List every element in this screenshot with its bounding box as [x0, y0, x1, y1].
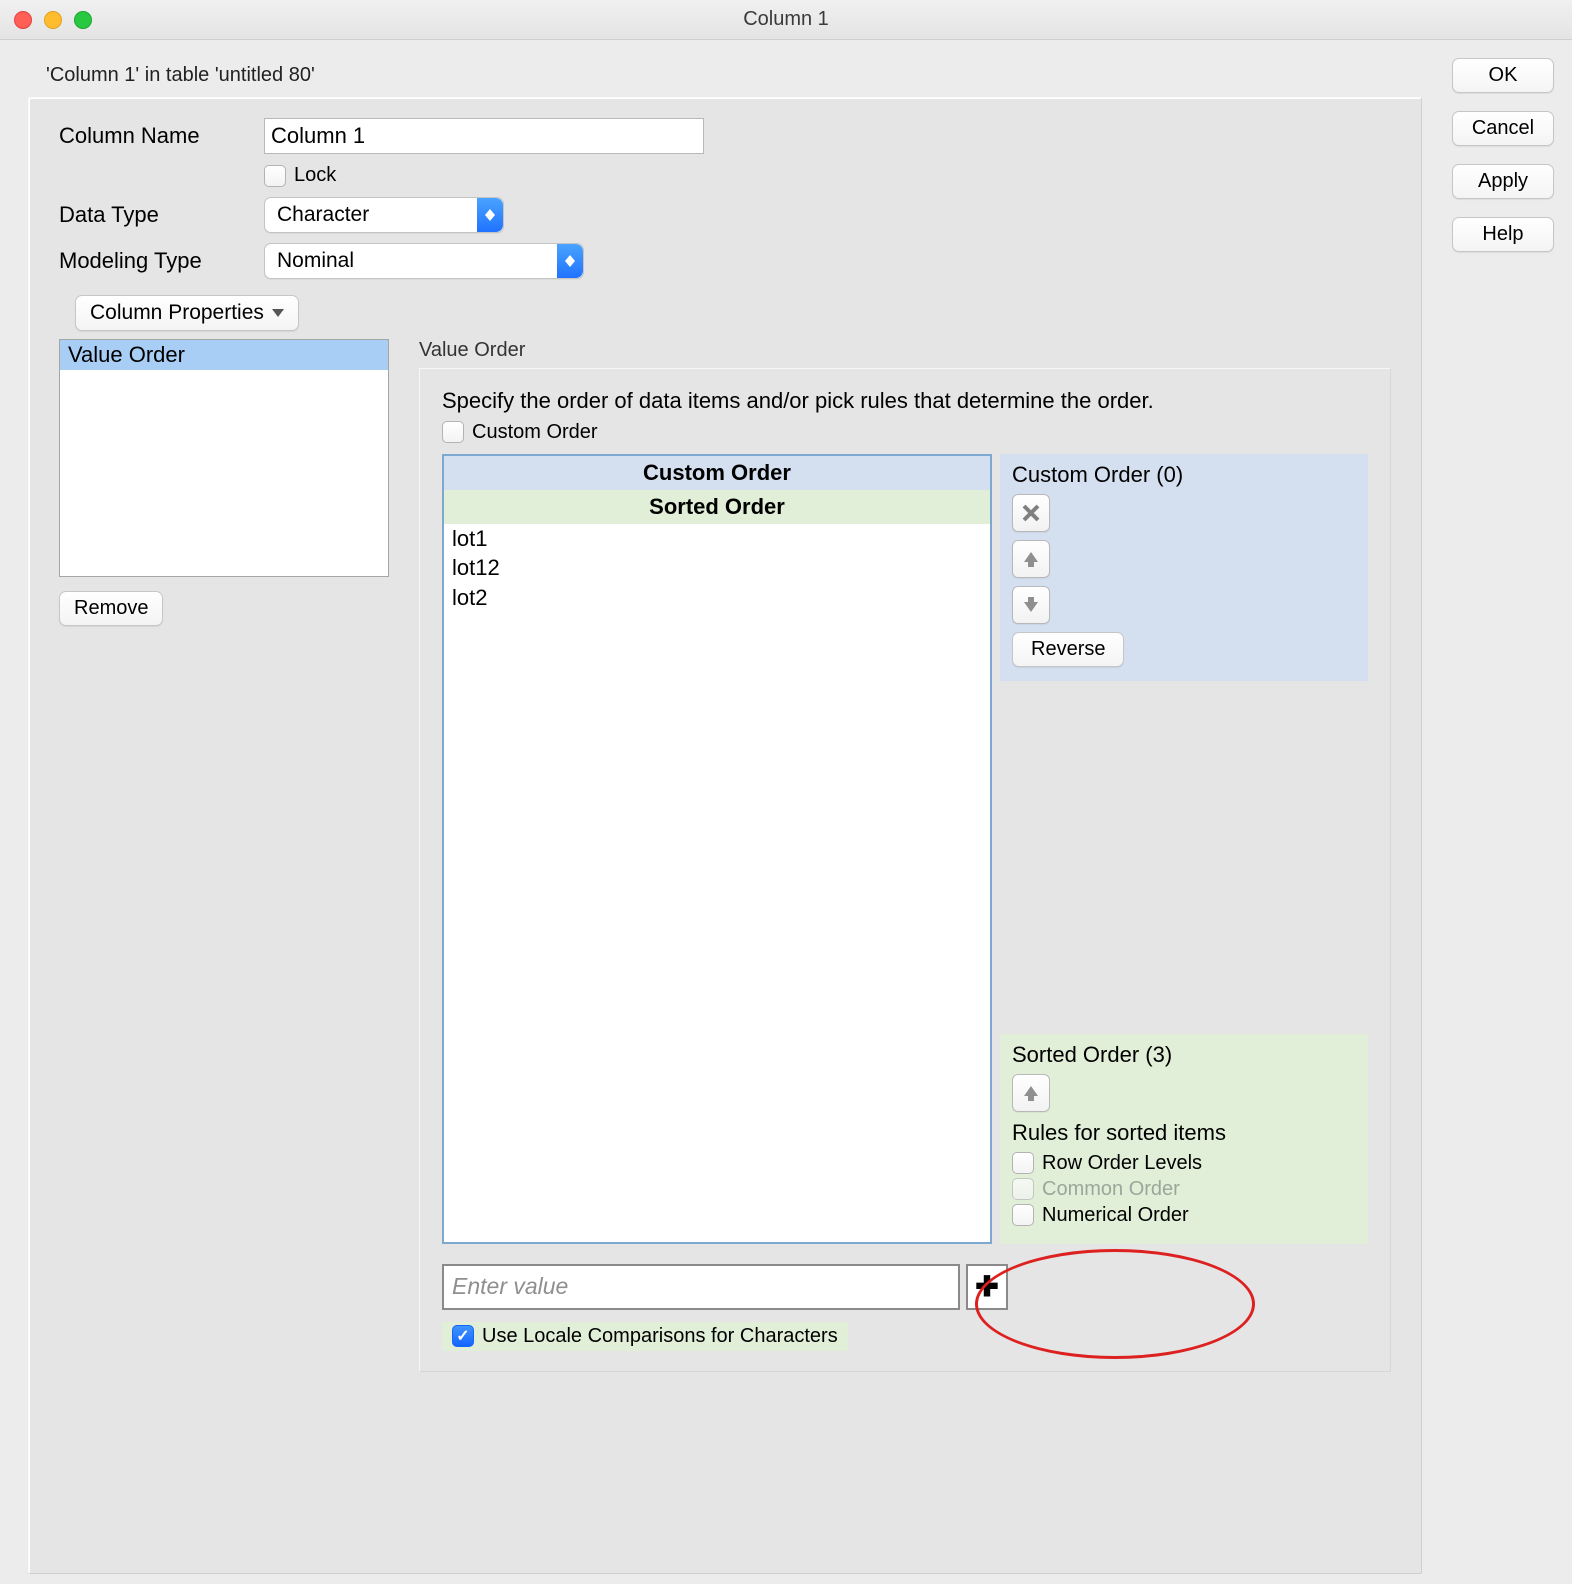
plus-icon: ✚ — [975, 1270, 998, 1303]
reverse-button[interactable]: Reverse — [1012, 632, 1124, 667]
checkbox-icon — [442, 421, 464, 443]
delete-button[interactable] — [1012, 494, 1050, 532]
list-item[interactable]: lot2 — [444, 583, 990, 613]
list-item[interactable]: lot12 — [444, 553, 990, 583]
custom-order-header: Custom Order — [444, 456, 990, 490]
custom-order-count: Custom Order (0) — [1012, 462, 1356, 488]
column-properties-label: Column Properties — [90, 301, 264, 325]
enter-value-input[interactable] — [442, 1264, 960, 1310]
data-type-value: Character — [265, 203, 477, 227]
arrow-up-icon — [1022, 550, 1040, 568]
remove-button[interactable]: Remove — [59, 591, 163, 626]
common-order-label: Common Order — [1042, 1178, 1180, 1201]
use-locale-label: Use Locale Comparisons for Characters — [482, 1325, 838, 1348]
value-order-panel: Specify the order of data items and/or p… — [419, 368, 1391, 1372]
sorted-order-controls: Sorted Order (3) Rules for sorted items — [1000, 1034, 1368, 1244]
remove-label: Remove — [74, 597, 148, 620]
apply-label: Apply — [1478, 170, 1528, 193]
arrow-down-icon — [1022, 596, 1040, 614]
order-listbox[interactable]: Custom Order Sorted Order lot1 lot12 lot… — [442, 454, 992, 1244]
add-value-button[interactable]: ✚ — [966, 1264, 1008, 1310]
column-name-input[interactable] — [264, 118, 704, 154]
window-controls — [0, 11, 92, 29]
move-up-button[interactable] — [1012, 540, 1050, 578]
use-locale-checkbox[interactable]: ✓ Use Locale Comparisons for Characters — [442, 1322, 848, 1351]
checkbox-icon — [1012, 1204, 1034, 1226]
common-order-checkbox[interactable]: Common Order — [1012, 1178, 1356, 1201]
cancel-button[interactable]: Cancel — [1452, 111, 1554, 146]
column-info-dialog: Column 1 'Column 1' in table 'untitled 8… — [0, 0, 1572, 1584]
select-stepper-icon — [477, 198, 503, 232]
lock-label: Lock — [294, 164, 336, 187]
sorted-order-header: Sorted Order — [444, 490, 990, 524]
modeling-type-label: Modeling Type — [59, 248, 264, 274]
row-order-levels-checkbox[interactable]: Row Order Levels — [1012, 1152, 1356, 1175]
sorted-order-count: Sorted Order (3) — [1012, 1042, 1356, 1068]
dialog-button-column: OK Cancel Apply Help — [1432, 40, 1572, 1584]
lock-checkbox[interactable]: Lock — [264, 164, 336, 187]
custom-order-label: Custom Order — [472, 421, 598, 444]
help-label: Help — [1482, 223, 1523, 246]
column-properties-button[interactable]: Column Properties — [75, 295, 299, 331]
cancel-label: Cancel — [1472, 117, 1534, 140]
value-order-section-label: Value Order — [419, 339, 1391, 362]
breadcrumb: 'Column 1' in table 'untitled 80' — [28, 58, 1422, 97]
checkbox-icon — [264, 165, 286, 187]
ok-label: OK — [1489, 64, 1518, 87]
value-order-intro: Specify the order of data items and/or p… — [442, 387, 1162, 415]
custom-order-checkbox[interactable]: Custom Order — [442, 421, 1368, 444]
help-button[interactable]: Help — [1452, 217, 1554, 252]
arrow-up-icon — [1022, 1084, 1040, 1102]
checkbox-checked-icon: ✓ — [452, 1325, 474, 1347]
modeling-type-value: Nominal — [265, 249, 557, 273]
modeling-type-select[interactable]: Nominal — [264, 243, 584, 279]
x-icon — [1022, 504, 1040, 522]
numerical-order-label: Numerical Order — [1042, 1204, 1189, 1227]
select-stepper-icon — [557, 244, 583, 278]
dropdown-triangle-icon — [272, 309, 284, 317]
zoom-window-button[interactable] — [74, 11, 92, 29]
numerical-order-checkbox[interactable]: Numerical Order — [1012, 1204, 1356, 1227]
promote-button[interactable] — [1012, 1074, 1050, 1112]
rules-title: Rules for sorted items — [1012, 1120, 1356, 1146]
property-item-value-order[interactable]: Value Order — [60, 340, 388, 370]
checkbox-icon — [1012, 1152, 1034, 1174]
reverse-label: Reverse — [1031, 638, 1105, 661]
window-title: Column 1 — [0, 8, 1572, 31]
apply-button[interactable]: Apply — [1452, 164, 1554, 199]
close-window-button[interactable] — [14, 11, 32, 29]
custom-order-controls: Custom Order (0) — [1000, 454, 1368, 681]
data-type-select[interactable]: Character — [264, 197, 504, 233]
column-name-label: Column Name — [59, 123, 264, 149]
checkbox-icon — [1012, 1178, 1034, 1200]
list-item[interactable]: lot1 — [444, 524, 990, 554]
titlebar: Column 1 — [0, 0, 1572, 40]
main-panel: Column Name Lock Data Type Character — [28, 97, 1422, 1574]
data-type-label: Data Type — [59, 202, 264, 228]
minimize-window-button[interactable] — [44, 11, 62, 29]
row-order-levels-label: Row Order Levels — [1042, 1152, 1202, 1175]
move-down-button[interactable] — [1012, 586, 1050, 624]
ok-button[interactable]: OK — [1452, 58, 1554, 93]
column-properties-list[interactable]: Value Order — [59, 339, 389, 577]
